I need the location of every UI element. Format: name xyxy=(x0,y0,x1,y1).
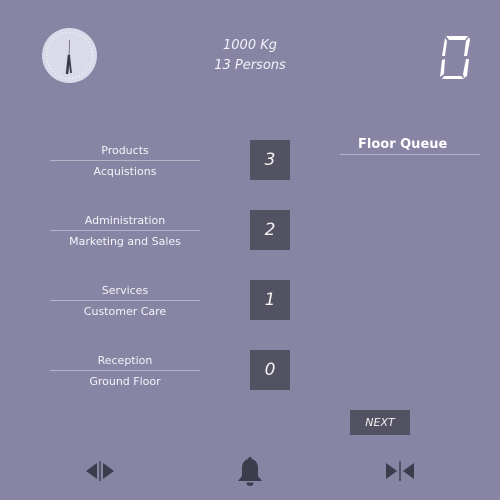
doors-close-icon xyxy=(386,461,414,481)
floor-label-1: Services Customer Care xyxy=(50,282,200,321)
next-button[interactable]: NEXT xyxy=(350,410,410,435)
capacity-persons: 13 Persons xyxy=(214,58,286,73)
open-doors-button[interactable] xyxy=(84,455,116,487)
floor-label-0: Reception Ground Floor xyxy=(50,352,200,391)
floor-button-2[interactable]: 2 xyxy=(250,210,290,250)
floor-button-1[interactable]: 1 xyxy=(250,280,290,320)
floor-name: Administration xyxy=(50,212,200,231)
clock xyxy=(42,28,97,83)
alarm-button[interactable] xyxy=(234,455,266,487)
floor-label-3: Products Acquistions xyxy=(50,142,200,181)
floor-department: Marketing and Sales xyxy=(69,235,181,248)
clock-icon xyxy=(46,32,93,79)
bell-icon xyxy=(238,457,262,486)
current-floor-display xyxy=(440,36,470,79)
doors-open-icon xyxy=(86,461,114,481)
floor-name: Reception xyxy=(50,352,200,371)
floor-department: Ground Floor xyxy=(89,375,161,388)
floor-button-0[interactable]: 0 xyxy=(250,350,290,390)
floor-name: Services xyxy=(50,282,200,301)
floor-label-2: Administration Marketing and Sales xyxy=(50,212,200,251)
capacity-info: 1000 Kg 13 Persons xyxy=(200,36,300,76)
floor-department: Acquistions xyxy=(93,165,157,178)
floor-button-3[interactable]: 3 xyxy=(250,140,290,180)
floor-name: Products xyxy=(50,142,200,161)
floor-department: Customer Care xyxy=(83,305,167,318)
capacity-weight: 1000 Kg xyxy=(223,38,277,53)
close-doors-button[interactable] xyxy=(384,455,416,487)
floor-queue-title: Floor Queue xyxy=(340,135,480,155)
